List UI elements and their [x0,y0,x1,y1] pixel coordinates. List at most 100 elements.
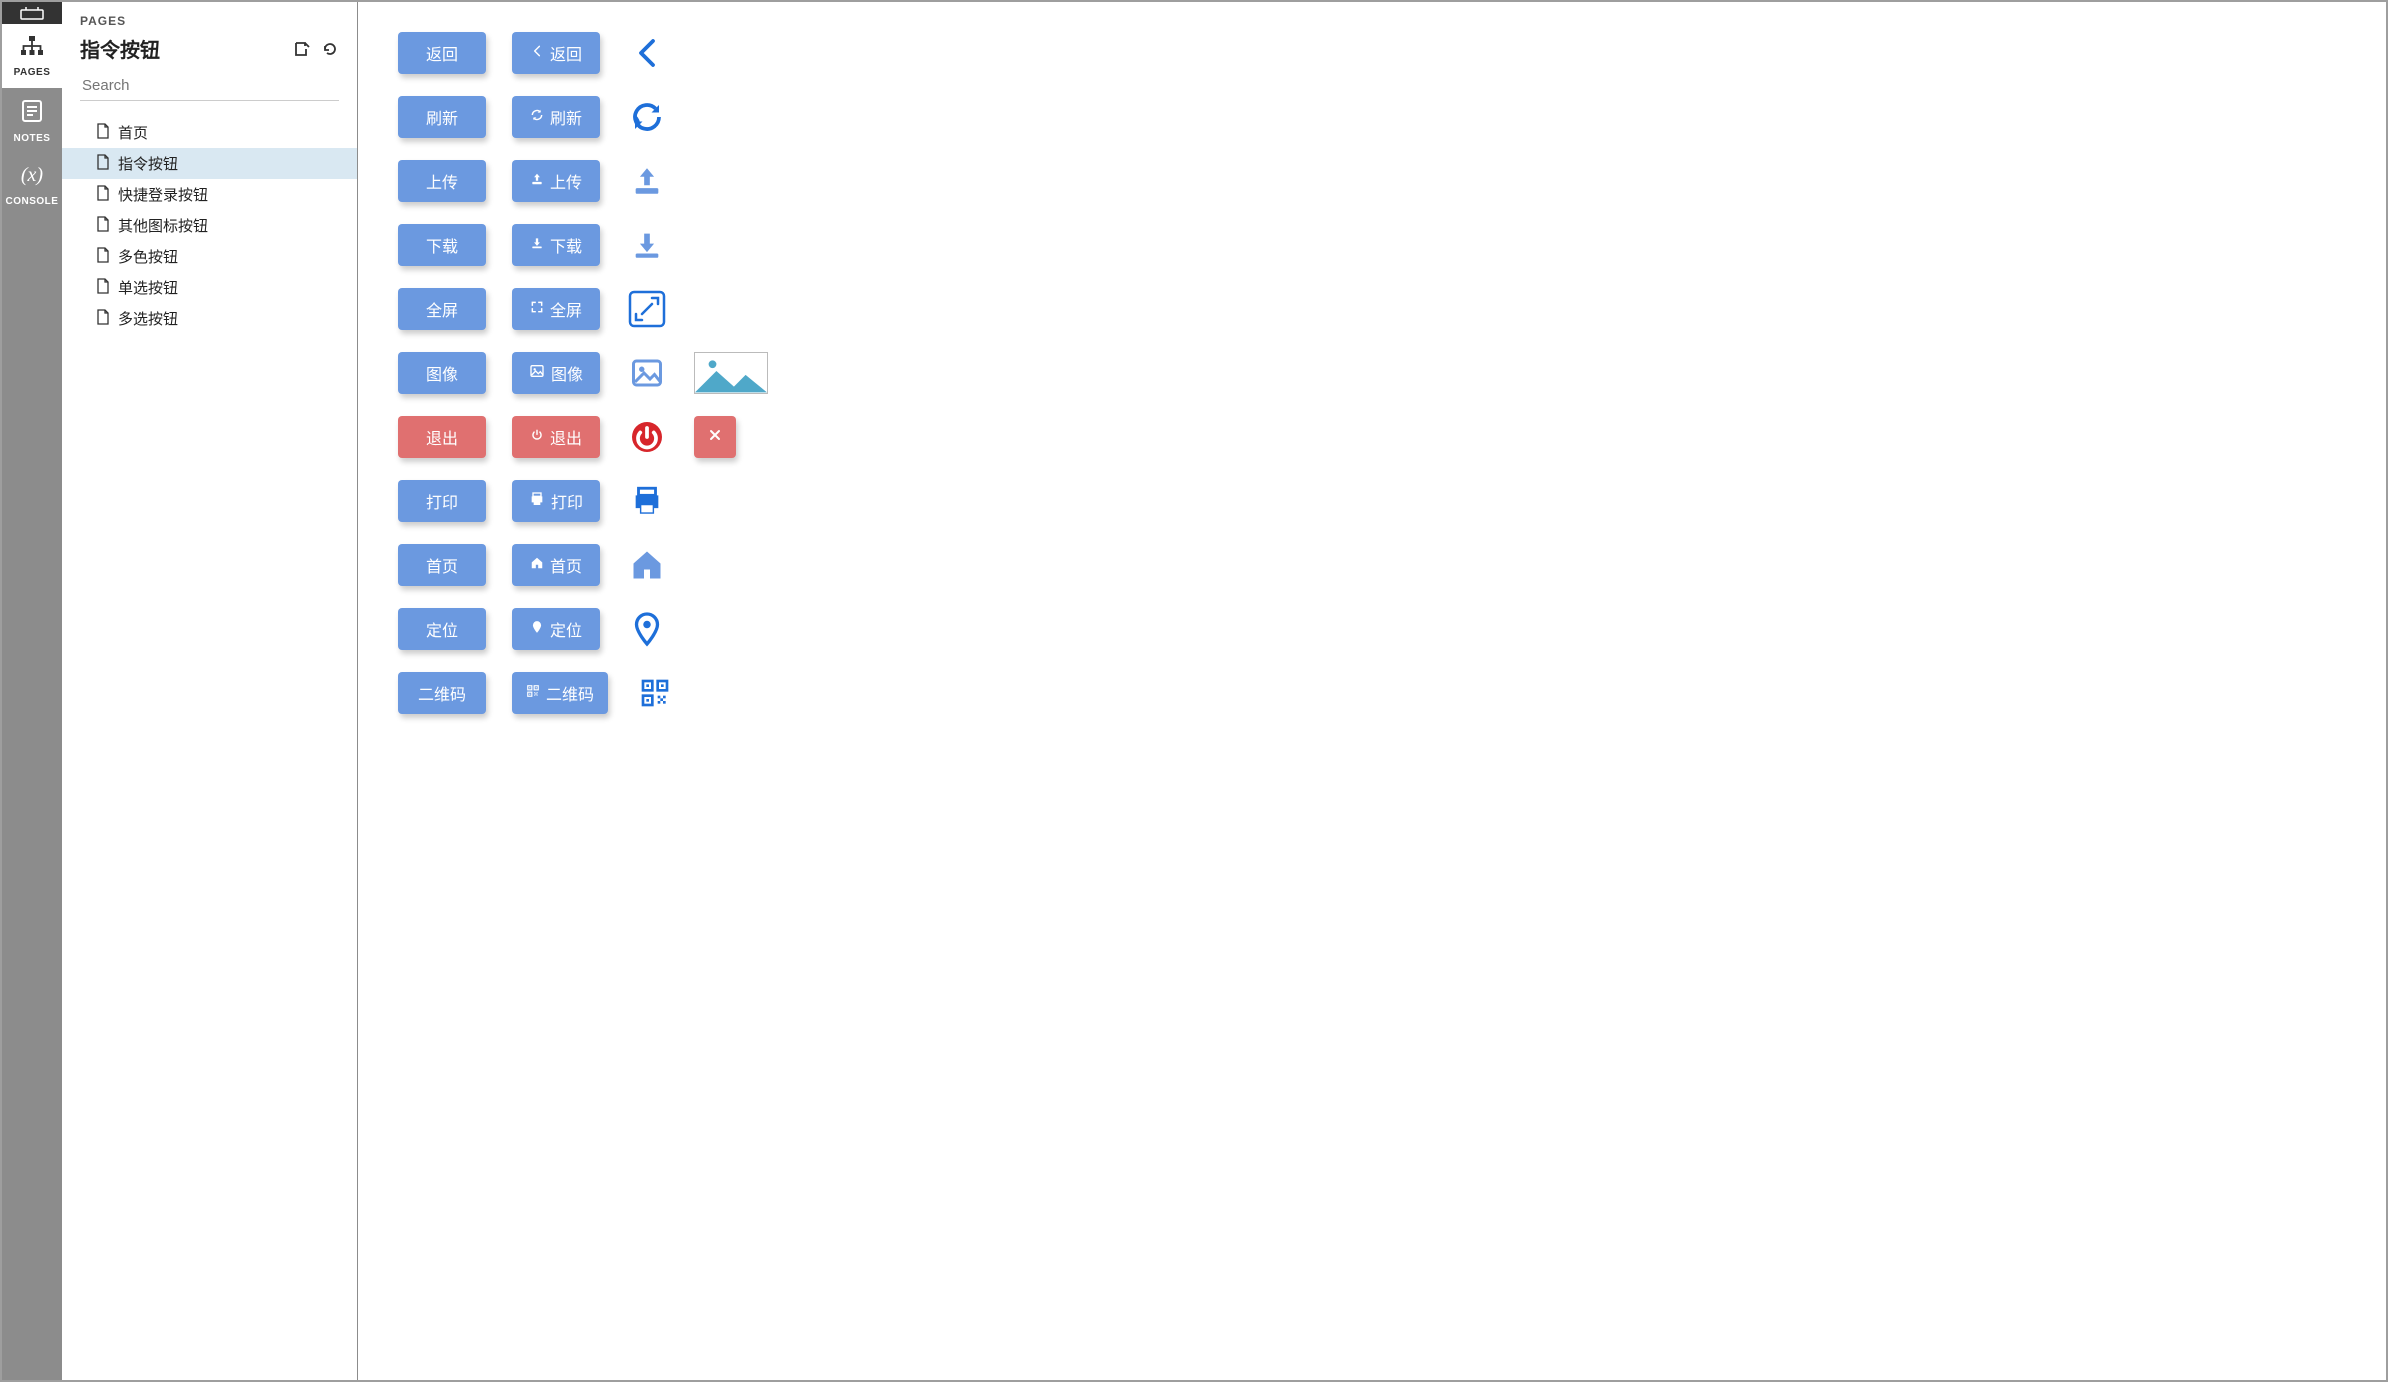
page-item-6[interactable]: 多选按钮 [62,303,357,334]
download-standalone-icon[interactable] [626,224,668,266]
page-title: 指令按钮 [80,34,160,63]
refresh-button[interactable]: 刷新 [398,96,486,138]
sitemap-icon [18,34,46,58]
button-label: 首页 [550,553,582,577]
refresh-icon-button[interactable]: 刷新 [512,96,600,138]
power-icon [530,428,544,447]
upload-button[interactable]: 上传 [398,160,486,202]
document-icon [96,123,110,143]
document-icon [96,216,110,236]
page-item-label: 多选按钮 [118,308,178,329]
page-item-2[interactable]: 快捷登录按钮 [62,179,357,210]
upload-standalone-icon[interactable] [626,160,668,202]
home-standalone-icon[interactable] [626,544,668,586]
print-button[interactable]: 打印 [398,480,486,522]
image-button[interactable]: 图像 [398,352,486,394]
button-label: 图像 [551,361,583,385]
button-label: 返回 [550,41,582,65]
image-icon-button[interactable]: 图像 [512,352,600,394]
document-icon [96,309,110,329]
button-label: 刷新 [550,105,582,129]
refresh-icon [530,108,544,127]
close-button[interactable] [694,416,736,458]
back-button[interactable]: 返回 [398,32,486,74]
image-placeholder[interactable] [694,352,768,394]
exit-button[interactable]: 退出 [398,416,486,458]
fullscreen-standalone-icon[interactable] [626,288,668,330]
refresh-standalone-icon[interactable] [626,96,668,138]
rail-item-console[interactable]: (x) CONSOLE [2,154,62,217]
row-image: 图像 图像 [398,352,2346,394]
page-item-label: 指令按钮 [118,153,178,174]
upload-icon-button[interactable]: 上传 [512,160,600,202]
upload-icon [530,172,544,191]
export-icon[interactable] [293,40,311,58]
qrcode-icon-button[interactable]: 二维码 [512,672,608,714]
document-icon [96,154,110,174]
row-print: 打印打印 [398,480,2346,522]
button-label: 上传 [550,169,582,193]
refresh-page-icon[interactable] [321,40,339,58]
button-label: 全屏 [550,297,582,321]
locate-standalone-icon[interactable] [626,608,668,650]
pin-icon [530,620,544,639]
exit-icon-button[interactable]: 退出 [512,416,600,458]
locate-button[interactable]: 定位 [398,608,486,650]
qrcode-standalone-icon[interactable] [634,672,676,714]
sidebar: PAGES 指令按钮 首页指令按钮快捷登录按钮其他图标按钮多色按钮单选按钮多选按… [62,2,358,1380]
page-item-label: 其他图标按钮 [118,215,208,236]
button-label: 下载 [550,233,582,257]
row-refresh: 刷新 刷新 [398,96,2346,138]
download-icon-button[interactable]: 下载 [512,224,600,266]
home-button[interactable]: 首页 [398,544,486,586]
page-item-3[interactable]: 其他图标按钮 [62,210,357,241]
row-home: 首页 首页 [398,544,2346,586]
rail-item-pages[interactable]: PAGES [2,24,62,88]
row-download: 下载 下载 [398,224,2346,266]
rail-label-console: CONSOLE [6,196,59,207]
sidebar-section-label: PAGES [80,14,339,28]
print-icon-button[interactable]: 打印 [512,480,600,522]
button-label: 定位 [550,617,582,641]
chevron-left-icon [530,44,544,63]
back-standalone-icon[interactable] [626,32,668,74]
rail-label-pages: PAGES [14,67,51,78]
image-icon [529,363,545,384]
fullscreen-button[interactable]: 全屏 [398,288,486,330]
page-item-0[interactable]: 首页 [62,117,357,148]
download-icon [530,236,544,255]
exit-standalone-icon[interactable] [626,416,668,458]
page-item-5[interactable]: 单选按钮 [62,272,357,303]
canvas: 返回返回刷新刷新上传上传下载下载全屏全屏图像图像退出退出打印打印首页首页定位定位… [358,2,2386,1380]
home-icon [530,556,544,575]
rail-item-notes[interactable]: NOTES [2,88,62,154]
qrcode-icon [526,684,540,703]
search-input[interactable] [80,71,339,101]
page-item-label: 快捷登录按钮 [118,184,208,205]
page-item-4[interactable]: 多色按钮 [62,241,357,272]
row-upload: 上传 上传 [398,160,2346,202]
image-standalone-icon[interactable] [626,352,668,394]
close-icon [707,427,723,448]
page-item-1[interactable]: 指令按钮 [62,148,357,179]
back-icon-button[interactable]: 返回 [512,32,600,74]
row-fullscreen: 全屏 全屏 [398,288,2346,330]
row-back: 返回 返回 [398,32,2346,74]
document-icon [96,278,110,298]
page-list: 首页指令按钮快捷登录按钮其他图标按钮多色按钮单选按钮多选按钮 [62,111,357,340]
notes-icon [19,98,45,124]
fx-icon: (x) [2,164,62,187]
page-item-label: 单选按钮 [118,277,178,298]
qrcode-button[interactable]: 二维码 [398,672,486,714]
home-icon-button[interactable]: 首页 [512,544,600,586]
print-standalone-icon[interactable] [626,480,668,522]
fullscreen-icon-button[interactable]: 全屏 [512,288,600,330]
page-item-label: 多色按钮 [118,246,178,267]
locate-icon-button[interactable]: 定位 [512,608,600,650]
row-exit: 退出退出 [398,416,2346,458]
download-button[interactable]: 下载 [398,224,486,266]
app-logo [2,2,62,24]
document-icon [96,185,110,205]
document-icon [96,247,110,267]
print-icon [529,491,545,512]
